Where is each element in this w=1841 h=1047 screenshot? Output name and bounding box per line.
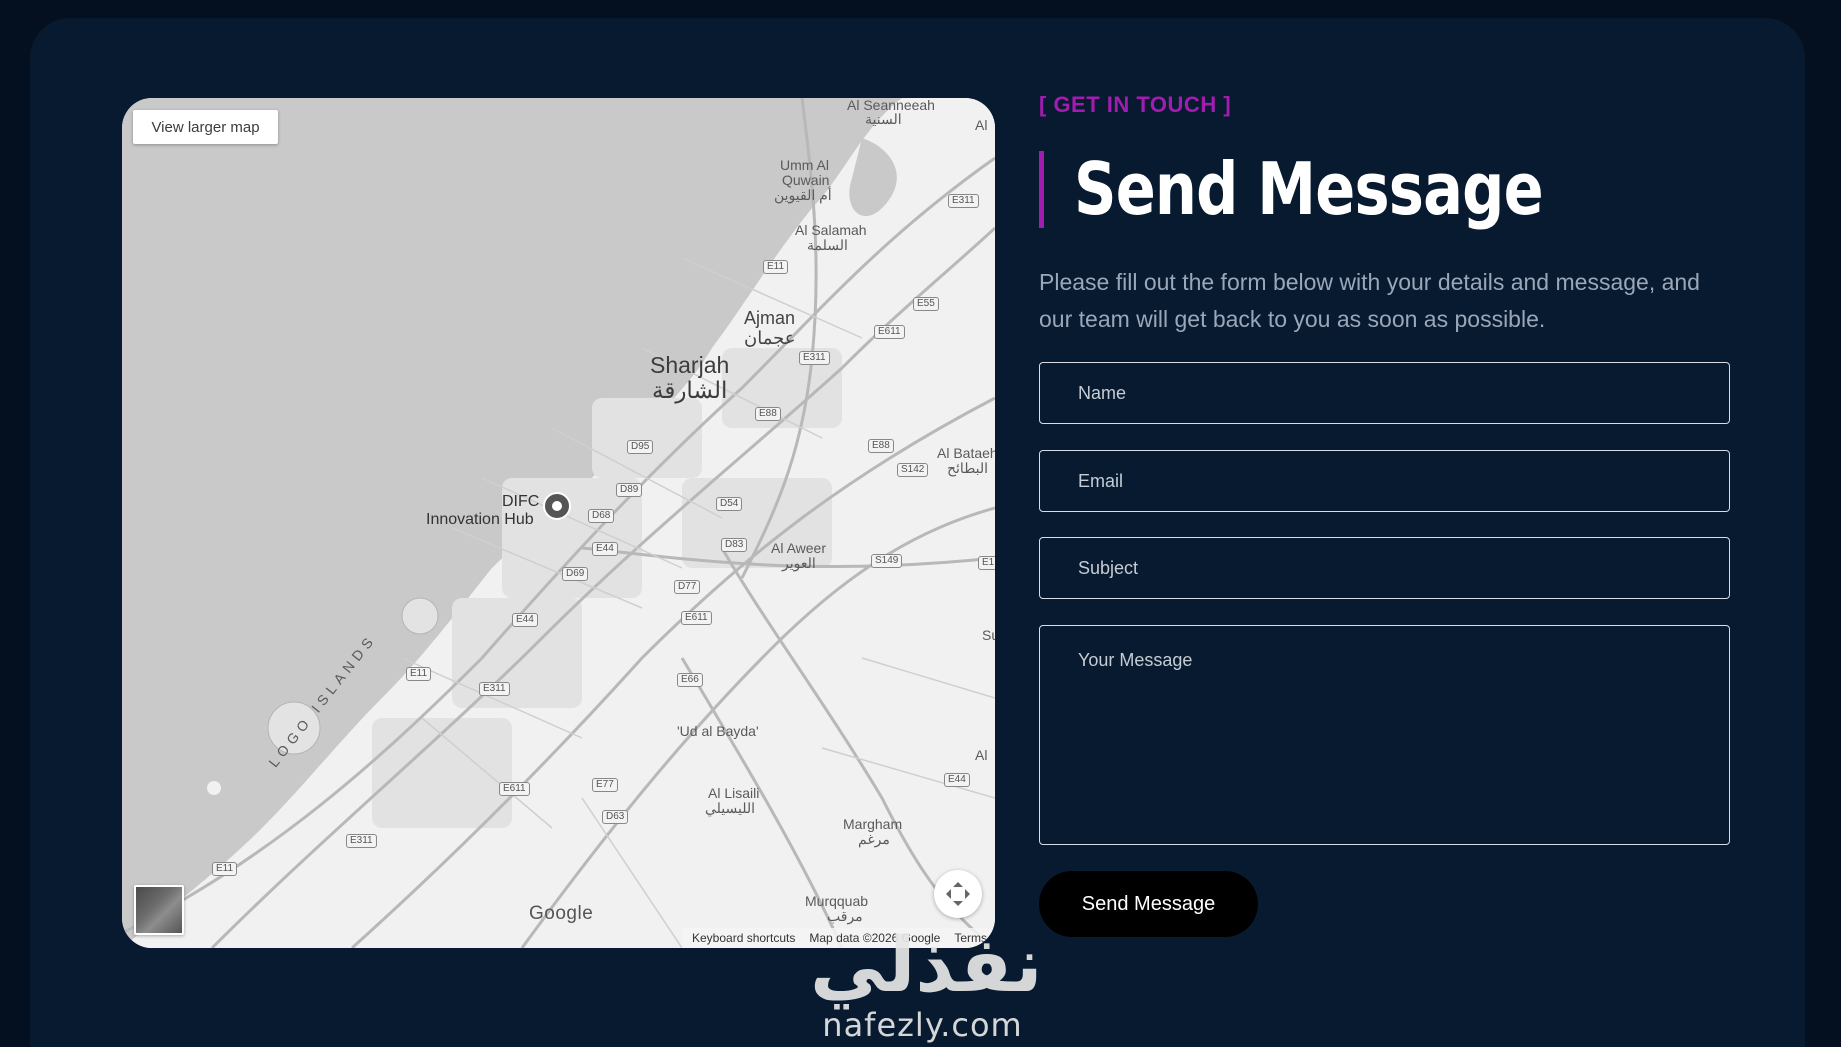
- map-label-umm-al-quwain-2: Quwain: [782, 172, 830, 188]
- page-title: Send Message: [1074, 147, 1544, 231]
- road-shield: E77: [592, 778, 618, 792]
- road-shield: S142: [897, 463, 929, 477]
- message-textarea[interactable]: [1039, 625, 1730, 845]
- embedded-map[interactable]: Sharjah الشارقة Ajman عجمان Umm Al Quwai…: [122, 98, 995, 948]
- road-shield: D68: [588, 509, 615, 523]
- road-shield: E311: [799, 351, 830, 365]
- map-label-al-lisaili: Al Lisaili: [708, 785, 760, 801]
- send-message-button[interactable]: Send Message: [1039, 871, 1258, 937]
- road-shield: E311: [346, 834, 377, 848]
- road-shield: E311: [948, 194, 979, 208]
- road-shield: E11: [212, 862, 238, 876]
- road-shield: D95: [627, 440, 654, 454]
- map-label-margham: Margham: [843, 816, 903, 832]
- map-label-al-lisaili-ar: الليسيلي: [705, 800, 756, 816]
- road-shield: E55: [913, 297, 939, 311]
- satellite-layer-toggle[interactable]: [134, 885, 184, 935]
- road-shield: E88: [755, 407, 781, 421]
- road-shield: D83: [721, 538, 748, 552]
- map-label-al-bataeh: Al Bataeh: [937, 445, 995, 461]
- road-shield: D77: [674, 580, 701, 594]
- map-label-umm-al-quwain-1: Umm Al: [780, 157, 829, 173]
- map-label-ajman: Ajman: [744, 308, 796, 328]
- road-shield: E66: [677, 673, 703, 687]
- map-label-sharjah: Sharjah: [650, 352, 730, 378]
- road-shield: D69: [562, 567, 589, 581]
- map-label-murqquab: Murqquab: [805, 893, 869, 909]
- map-label-al-salamah: Al Salamah: [795, 222, 867, 238]
- road-shield: E44: [592, 542, 618, 556]
- road-shield: E44: [944, 773, 970, 787]
- map-label-margham-ar: مرغم: [858, 831, 890, 847]
- title-accent-bar: [1039, 151, 1044, 228]
- map-pin-label-1: DIFC: [502, 493, 540, 510]
- road-shield: D63: [602, 810, 629, 824]
- road-shield: E611: [499, 782, 530, 796]
- expand-arrows-icon: [946, 882, 970, 906]
- subject-field[interactable]: [1039, 537, 1730, 599]
- road-shield: E311: [479, 682, 510, 696]
- road-shield: E611: [874, 325, 905, 339]
- watermark-latin: nafezly.com: [822, 1006, 1023, 1044]
- map-label-al-salamah-ar: السلمة: [807, 237, 848, 253]
- intro-text: Please fill out the form below with your…: [1039, 269, 1700, 332]
- email-field[interactable]: [1039, 450, 1730, 512]
- map-label-ud-al-bayda: 'Ud al Bayda': [677, 723, 759, 739]
- road-shield: E44: [512, 613, 538, 627]
- watermark-arabic: نفذلي: [810, 920, 1043, 1009]
- name-field[interactable]: [1039, 362, 1730, 424]
- map-label-ajman-ar: عجمان: [744, 328, 796, 348]
- road-shield: D54: [716, 497, 743, 511]
- map-pin-label-2: Innovation Hub: [426, 511, 534, 528]
- map-label-al-aweer: Al Aweer: [771, 540, 826, 556]
- map-label-umm-al-quwain-ar: أم القيوين: [774, 187, 832, 203]
- section-eyebrow: [ GET IN TOUCH ]: [1039, 92, 1232, 117]
- road-shield: E611: [681, 611, 712, 625]
- view-larger-map-button[interactable]: View larger map: [133, 110, 278, 144]
- map-label-al-bataeh-ar: البطائح: [947, 460, 989, 476]
- road-shield: E1: [978, 556, 995, 570]
- google-logo: Google: [529, 903, 594, 924]
- map-label-sharjah-ar: الشارقة: [652, 377, 728, 403]
- map-label-su-right: Su: [982, 627, 995, 643]
- map-label-al-right-2: Al: [975, 747, 988, 763]
- road-shield: E11: [406, 667, 432, 681]
- road-shield: D89: [616, 483, 643, 497]
- location-pin-icon[interactable]: [542, 491, 572, 521]
- road-shield: E88: [868, 439, 894, 453]
- map-label-al-right-1: Al: [975, 117, 988, 133]
- road-shield: S149: [871, 554, 903, 568]
- map-label-al-aweer-ar: العوير: [782, 555, 816, 571]
- map-label-al-seanneeah-ar: السنية: [865, 111, 902, 127]
- keyboard-shortcuts-link[interactable]: Keyboard shortcuts: [692, 931, 795, 945]
- fullscreen-button[interactable]: [934, 870, 982, 918]
- road-shield: E11: [763, 260, 789, 274]
